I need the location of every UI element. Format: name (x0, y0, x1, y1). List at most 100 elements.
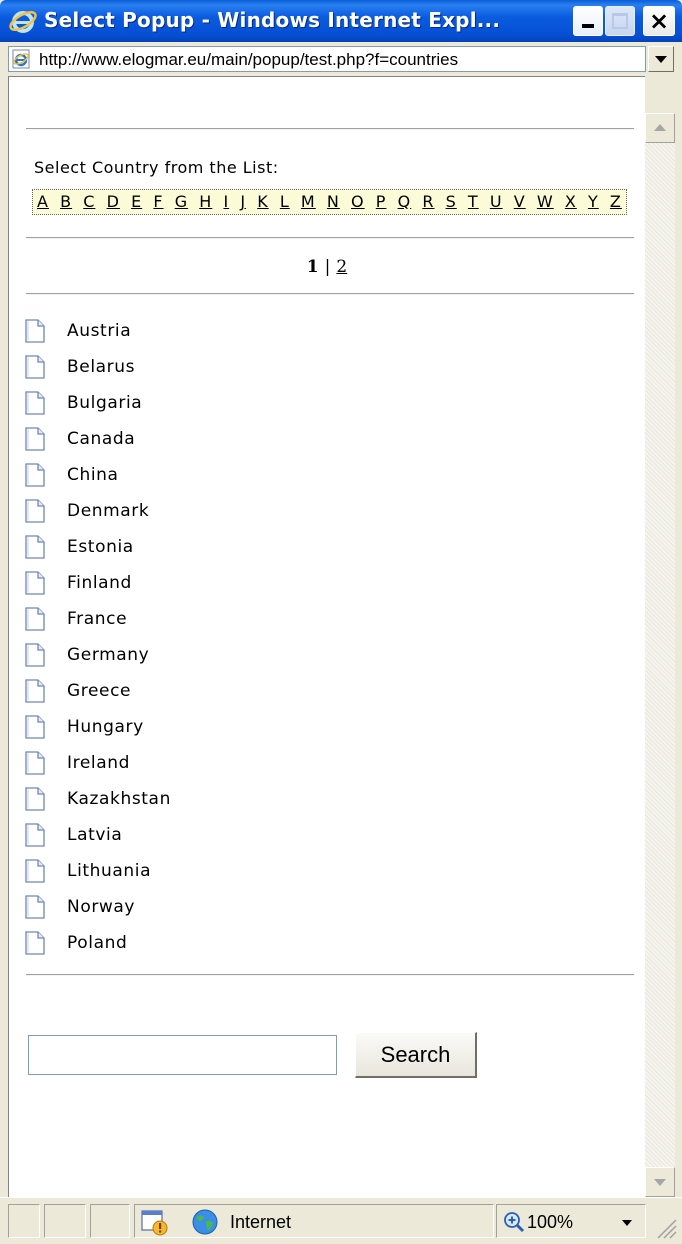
country-name: Germany (67, 645, 150, 665)
close-button[interactable]: × (643, 6, 675, 36)
status-pane (8, 1204, 40, 1238)
letter-link-m[interactable]: M (301, 190, 316, 214)
country-item[interactable]: Canada (25, 426, 425, 462)
country-item[interactable]: Belarus (25, 354, 425, 390)
letter-link-a[interactable]: A (37, 190, 49, 214)
country-item[interactable]: Kazakhstan (25, 786, 425, 822)
document-icon (25, 715, 45, 739)
letter-link-x[interactable]: X (565, 190, 577, 214)
letter-link-p[interactable]: P (376, 190, 387, 214)
zoom-magnifier-icon (504, 1212, 525, 1233)
status-bar: Internet 100% (0, 1197, 682, 1244)
country-item[interactable]: Germany (25, 642, 425, 678)
vertical-scrollbar[interactable] (645, 113, 675, 1197)
current-page: 1 (306, 257, 319, 277)
scroll-up-button[interactable] (645, 113, 675, 143)
status-pane (90, 1204, 130, 1238)
country-item[interactable]: Ireland (25, 750, 425, 786)
internet-zone-globe-icon (192, 1209, 218, 1235)
country-item[interactable]: Denmark (25, 498, 425, 534)
letter-link-y[interactable]: Y (588, 190, 599, 214)
country-item[interactable]: Latvia (25, 822, 425, 858)
letter-link-i[interactable]: I (223, 190, 229, 214)
select-country-label: Select Country from the List: (34, 158, 279, 177)
letter-link-u[interactable]: U (490, 190, 503, 214)
document-icon (25, 823, 45, 847)
address-field[interactable]: http://www.elogmar.eu/main/popup/test.ph… (8, 46, 646, 72)
letter-link-j[interactable]: J (240, 190, 246, 214)
divider (26, 293, 634, 295)
country-name: Hungary (67, 717, 144, 737)
country-name: Bulgaria (67, 393, 143, 413)
country-name: Estonia (67, 537, 134, 557)
alphabet-filter: ABCDEFGHIJKLMNOPQRSTUVWXYZ (32, 189, 627, 215)
zoom-level: 100% (527, 1212, 574, 1232)
scroll-down-button[interactable] (645, 1167, 675, 1197)
document-icon (25, 535, 45, 559)
divider (26, 237, 634, 239)
document-icon (25, 787, 45, 811)
document-icon (25, 895, 45, 919)
country-item[interactable]: China (25, 462, 425, 498)
address-url: http://www.elogmar.eu/main/popup/test.ph… (39, 50, 459, 69)
document-icon (25, 931, 45, 955)
address-bar: http://www.elogmar.eu/main/popup/test.ph… (5, 44, 677, 74)
letter-link-z[interactable]: Z (610, 190, 622, 214)
document-icon (25, 427, 45, 451)
search-button[interactable]: Search (355, 1032, 477, 1078)
letter-link-q[interactable]: Q (398, 190, 412, 214)
title-bar[interactable]: Select Popup - Windows Internet Expl... … (0, 0, 682, 42)
letter-link-e[interactable]: E (131, 190, 142, 214)
letter-link-d[interactable]: D (107, 190, 120, 214)
country-item[interactable]: Hungary (25, 714, 425, 750)
country-item[interactable]: Lithuania (25, 858, 425, 894)
letter-link-s[interactable]: S (446, 190, 457, 214)
letter-link-w[interactable]: W (537, 190, 554, 214)
country-name: Lithuania (67, 861, 152, 881)
country-item[interactable]: Poland (25, 930, 425, 966)
letter-link-r[interactable]: R (422, 190, 434, 214)
letter-link-h[interactable]: H (199, 190, 212, 214)
minimize-button[interactable] (573, 6, 603, 36)
country-name: Norway (67, 897, 136, 917)
document-icon (25, 391, 45, 415)
pagination: 1 | 2 (9, 257, 645, 277)
country-item[interactable]: Bulgaria (25, 390, 425, 426)
document-icon (25, 679, 45, 703)
letter-link-g[interactable]: G (175, 190, 188, 214)
status-pane (44, 1204, 86, 1238)
window-title: Select Popup - Windows Internet Expl... (44, 8, 501, 32)
letter-link-b[interactable]: B (60, 190, 72, 214)
letter-link-l[interactable]: L (280, 190, 290, 214)
search-input[interactable] (28, 1035, 337, 1075)
document-icon (25, 463, 45, 487)
country-item[interactable]: Finland (25, 570, 425, 606)
address-dropdown-button[interactable] (648, 46, 674, 72)
letter-link-c[interactable]: C (83, 190, 95, 214)
document-icon (25, 319, 45, 343)
country-name: Latvia (67, 825, 123, 845)
country-item[interactable]: Greece (25, 678, 425, 714)
letter-link-v[interactable]: V (514, 190, 526, 214)
maximize-button (605, 6, 635, 36)
letter-link-f[interactable]: F (153, 190, 163, 214)
resize-grip-icon[interactable] (652, 1214, 678, 1240)
document-icon (25, 607, 45, 631)
country-item[interactable]: Norway (25, 894, 425, 930)
letter-link-t[interactable]: T (468, 190, 479, 214)
country-name: Kazakhstan (67, 789, 171, 809)
country-list: Austria Belarus Bulgaria Canada China Denmark… (25, 318, 425, 966)
document-icon (25, 355, 45, 379)
divider (26, 128, 634, 130)
letter-link-k[interactable]: K (257, 190, 269, 214)
country-item[interactable]: France (25, 606, 425, 642)
country-item[interactable]: Austria (25, 318, 425, 354)
country-name: China (67, 465, 119, 485)
page-link-2[interactable]: 2 (336, 257, 347, 277)
country-item[interactable]: Estonia (25, 534, 425, 570)
zoom-dropdown-icon[interactable] (622, 1220, 632, 1226)
document-icon (25, 643, 45, 667)
letter-link-n[interactable]: N (327, 190, 340, 214)
country-name: Canada (67, 429, 136, 449)
letter-link-o[interactable]: O (351, 190, 365, 214)
